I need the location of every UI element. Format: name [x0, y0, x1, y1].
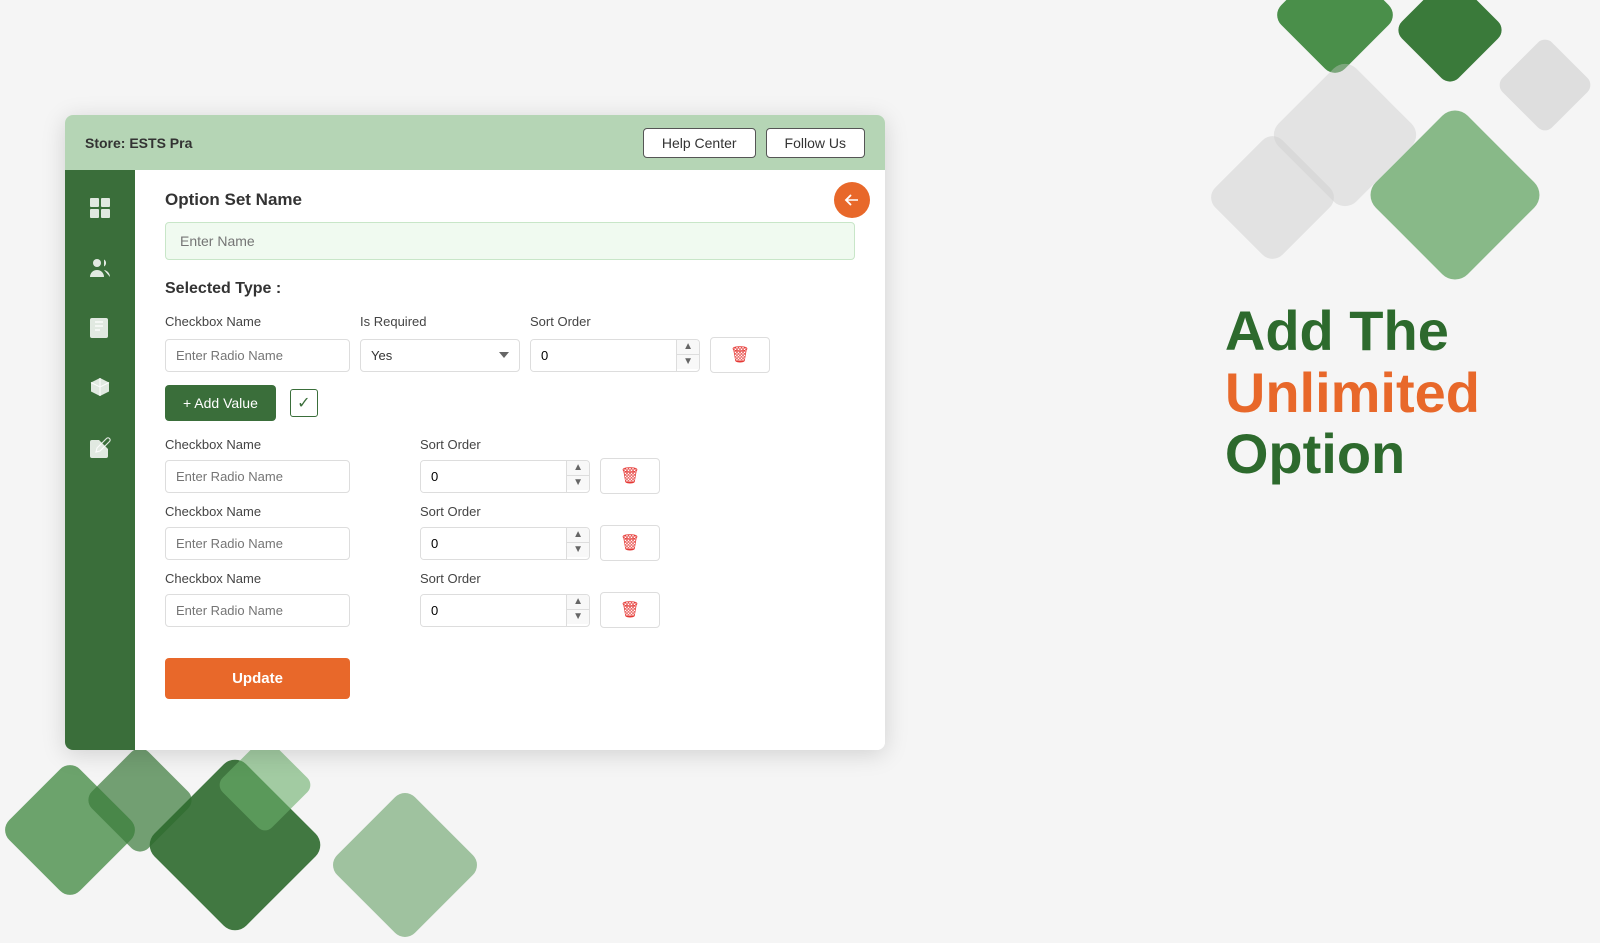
sort-up-3[interactable]: ▲ [567, 595, 589, 610]
sort-down-3[interactable]: ▼ [567, 610, 589, 624]
sort-order-wrapper-main: ▲ ▼ [530, 339, 700, 372]
main-content: Option Set Name Selected Type : Checkbox… [135, 170, 885, 750]
arrow-left-icon [843, 191, 861, 209]
sort-input-2[interactable] [421, 528, 566, 559]
selected-type-label: Selected Type : [165, 280, 855, 298]
edit-icon [88, 436, 112, 460]
sort-arrows-3: ▲ ▼ [566, 595, 589, 626]
sort-up-1[interactable]: ▲ [567, 461, 589, 476]
deco-shape-bl5 [327, 787, 483, 943]
sort-wrapper-2: ▲ ▼ [420, 527, 590, 560]
main-form-row: Yes No ▲ ▼ 🗑 [165, 337, 855, 373]
check-icon[interactable]: ✓ [290, 389, 318, 417]
add-value-row: + Add Value ✓ [165, 385, 855, 421]
sort-order-label-3: Sort Order [420, 571, 590, 586]
checkbox-name-input-main[interactable] [165, 339, 350, 372]
checkbox-name-header: Checkbox Name [165, 314, 350, 329]
sort-down-1[interactable]: ▼ [567, 476, 589, 490]
sidebar-item-dashboard[interactable] [65, 180, 135, 235]
delete-btn-3[interactable]: 🗑 [600, 592, 660, 628]
cb-name-input-3[interactable] [165, 594, 350, 627]
promo-text: Add The Unlimited Option [1225, 300, 1480, 485]
store-name: ESTS Pra [129, 135, 192, 151]
checkbox-row-label-row2: Checkbox Name Sort Order [165, 504, 855, 519]
option-set-name-input[interactable] [165, 222, 855, 260]
promo-line1: Add The [1225, 300, 1480, 362]
app-body: Option Set Name Selected Type : Checkbox… [65, 170, 885, 750]
store-label: Store: ESTS Pra [85, 135, 192, 151]
sort-wrapper-3: ▲ ▼ [420, 594, 590, 627]
sort-order-label-1: Sort Order [420, 437, 590, 452]
sidebar-item-users[interactable] [65, 240, 135, 295]
sidebar [65, 170, 135, 750]
sort-down-main[interactable]: ▼ [677, 355, 699, 369]
sidebar-item-products[interactable] [65, 360, 135, 415]
sort-order-header: Sort Order [530, 314, 700, 329]
update-button[interactable]: Update [165, 658, 350, 699]
app-window: Store: ESTS Pra Help Center Follow Us [65, 115, 885, 750]
cb-name-label-2: Checkbox Name [165, 504, 350, 519]
checkbox-row-3: ▲ ▼ 🗑 [165, 592, 855, 628]
sort-arrows-1: ▲ ▼ [566, 461, 589, 492]
sort-down-2[interactable]: ▼ [567, 543, 589, 557]
grid-icon [88, 196, 112, 220]
checkbox-row-label-row3: Checkbox Name Sort Order [165, 571, 855, 586]
header-buttons: Help Center Follow Us [643, 128, 865, 158]
sort-order-label-2: Sort Order [420, 504, 590, 519]
deco-shape-tr2 [1393, 0, 1506, 87]
delete-button-main[interactable]: 🗑 [710, 337, 770, 373]
back-button[interactable] [834, 182, 870, 218]
sort-wrapper-1: ▲ ▼ [420, 460, 590, 493]
sort-up-main[interactable]: ▲ [677, 340, 699, 355]
cb-name-input-2[interactable] [165, 527, 350, 560]
sort-input-1[interactable] [421, 461, 566, 492]
book-icon [88, 316, 112, 340]
cb-name-label-1: Checkbox Name [165, 437, 350, 452]
checkbox-section: Checkbox Name Sort Order ▲ ▼ [165, 437, 855, 628]
checkbox-row-label-row1: Checkbox Name Sort Order [165, 437, 855, 452]
users-icon [88, 256, 112, 280]
store-prefix: Store: [85, 135, 125, 151]
sidebar-item-catalog[interactable] [65, 300, 135, 355]
checkbox-row-1: ▲ ▼ 🗑 [165, 458, 855, 494]
is-required-select[interactable]: Yes No [360, 339, 520, 372]
cb-name-input-1[interactable] [165, 460, 350, 493]
add-value-button[interactable]: + Add Value [165, 385, 276, 421]
cb-name-label-3: Checkbox Name [165, 571, 350, 586]
follow-us-button[interactable]: Follow Us [766, 128, 865, 158]
delete-btn-1[interactable]: 🗑 [600, 458, 660, 494]
sort-order-input-main[interactable] [531, 340, 676, 371]
sidebar-item-orders[interactable] [65, 420, 135, 475]
cube-icon [88, 376, 112, 400]
promo-line3: Option [1225, 423, 1480, 485]
is-required-header: Is Required [360, 314, 520, 329]
promo-line2: Unlimited [1225, 362, 1480, 424]
delete-btn-2[interactable]: 🗑 [600, 525, 660, 561]
sort-up-2[interactable]: ▲ [567, 528, 589, 543]
sort-arrows-main: ▲ ▼ [676, 340, 699, 371]
sort-input-3[interactable] [421, 595, 566, 626]
deco-shape-tr3 [1496, 36, 1595, 135]
sort-arrows-2: ▲ ▼ [566, 528, 589, 559]
checkbox-row-2: ▲ ▼ 🗑 [165, 525, 855, 561]
help-center-button[interactable]: Help Center [643, 128, 756, 158]
form-headers: Checkbox Name Is Required Sort Order [165, 314, 855, 329]
option-set-name-label: Option Set Name [165, 190, 855, 210]
app-header: Store: ESTS Pra Help Center Follow Us [65, 115, 885, 170]
